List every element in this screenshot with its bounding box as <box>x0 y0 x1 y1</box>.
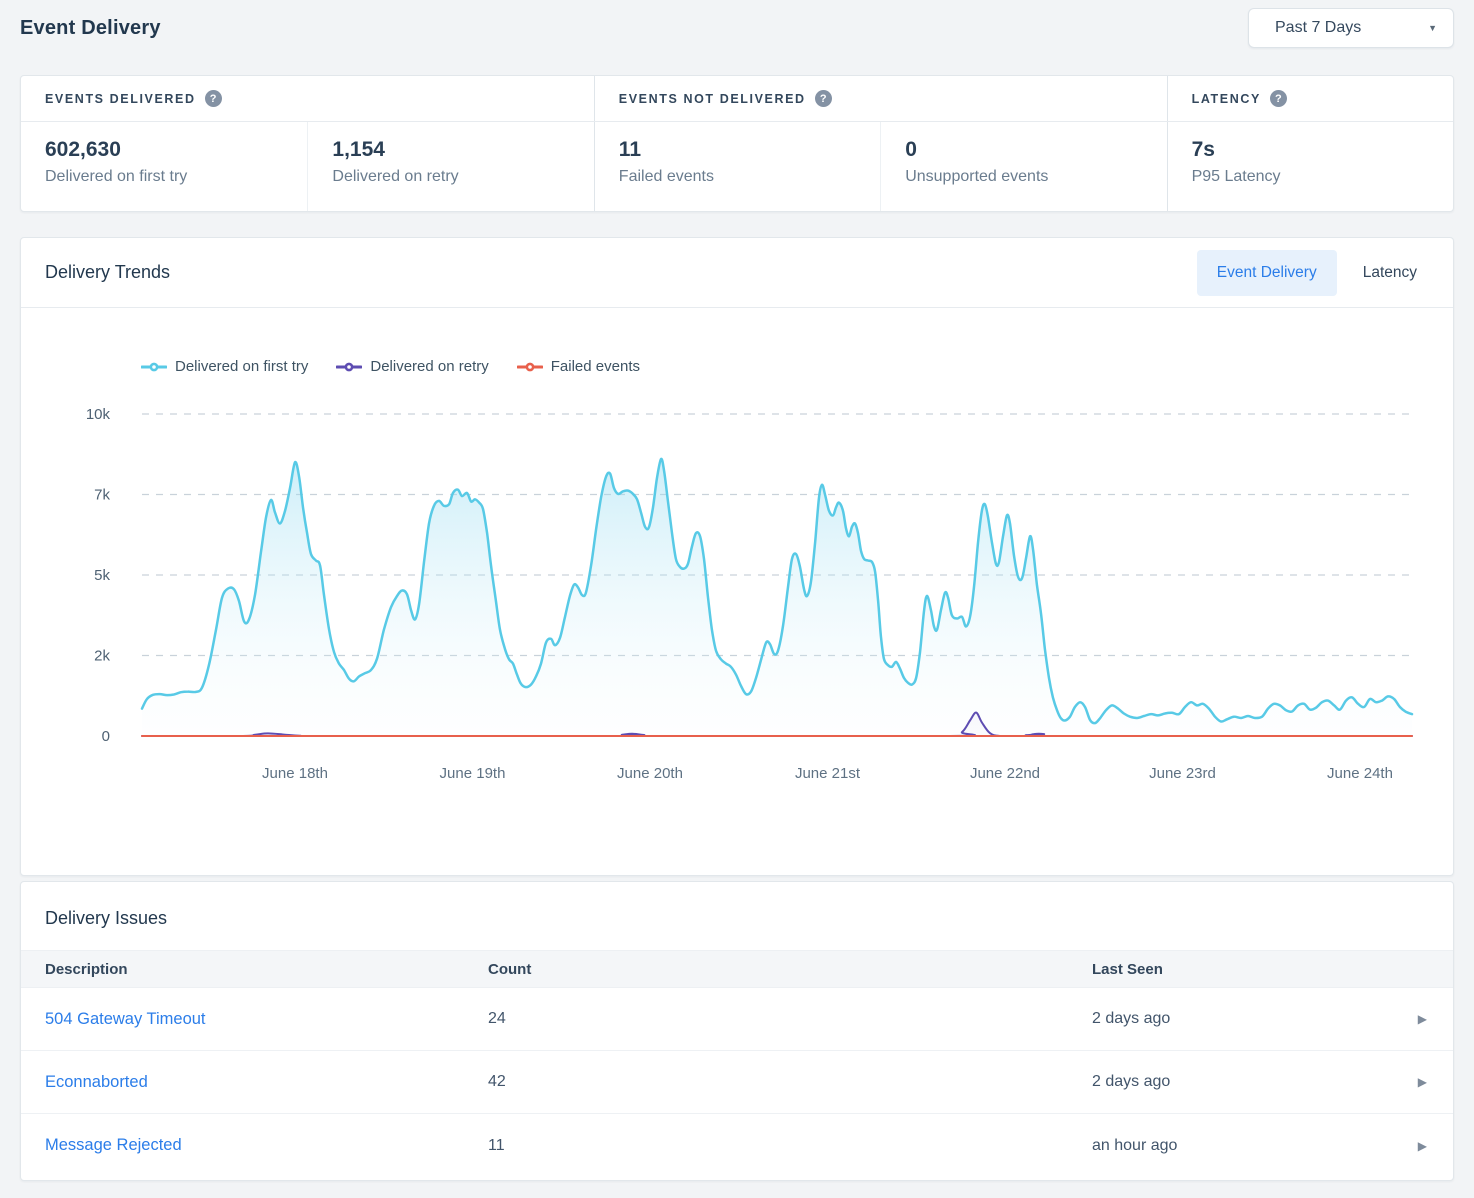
issue-description-link[interactable]: Message Rejected <box>45 1136 182 1154</box>
stat-sublabel: Failed events <box>619 168 856 186</box>
table-row[interactable]: Message Rejected 11an hour ago ▶ <box>21 1114 1453 1177</box>
events-delivered-header: EVENTS DELIVERED ? <box>21 76 594 121</box>
issue-count: 11 <box>464 1137 1068 1155</box>
help-icon[interactable]: ? <box>1270 90 1287 107</box>
trends-tabs: Event Delivery Latency <box>1197 250 1437 296</box>
legend-item[interactable]: Delivered on first try <box>141 358 308 375</box>
chevron-right-icon[interactable]: ▶ <box>1394 1139 1453 1153</box>
table-row[interactable]: 504 Gateway Timeout 242 days ago ▶ <box>21 988 1453 1051</box>
trends-title: Delivery Trends <box>45 262 170 283</box>
issues-table-header: Description Count Last Seen <box>21 950 1453 988</box>
chart-legend: Delivered on first try Delivered on retry… <box>21 358 1453 375</box>
stat-value: 0 <box>905 138 1142 162</box>
events-delivered-label: EVENTS DELIVERED <box>45 92 196 106</box>
stat-failed-events: 11 Failed events <box>594 122 880 211</box>
legend-label: Delivered on first try <box>175 358 308 375</box>
delivery-issues-card: Delivery Issues Description Count Last S… <box>20 881 1454 1181</box>
legend-marker-icon <box>336 362 362 372</box>
stat-value: 11 <box>619 138 856 162</box>
table-row[interactable]: Econnaborted 422 days ago ▶ <box>21 1051 1453 1114</box>
stat-sublabel: P95 Latency <box>1192 168 1429 186</box>
svg-text:June 20th: June 20th <box>617 765 683 782</box>
stat-p95-latency: 7s P95 Latency <box>1167 122 1453 211</box>
trends-card-header: Delivery Trends Event Delivery Latency <box>21 238 1453 308</box>
svg-text:0: 0 <box>102 728 110 745</box>
events-not-delivered-label: EVENTS NOT DELIVERED <box>619 92 806 106</box>
latency-header: LATENCY ? <box>1167 76 1453 121</box>
legend-marker-icon <box>141 362 167 372</box>
svg-text:7k: 7k <box>94 487 110 504</box>
stat-sublabel: Delivered on first try <box>45 168 283 186</box>
column-header-description: Description <box>21 961 464 978</box>
events-not-delivered-header: EVENTS NOT DELIVERED ? <box>594 76 1167 121</box>
issue-description-link[interactable]: 504 Gateway Timeout <box>45 1010 206 1028</box>
page-header: Event Delivery Past 7 Days ▼ <box>20 8 1454 48</box>
stat-value: 1,154 <box>332 138 569 162</box>
svg-text:June 23rd: June 23rd <box>1149 765 1216 782</box>
page-title: Event Delivery <box>20 17 161 40</box>
svg-text:June 18th: June 18th <box>262 765 328 782</box>
delivery-trends-chart[interactable]: 0 2k 5k 7k 10k June 18th June 19th June 20th Jun… <box>75 401 1435 801</box>
issues-table-body: 504 Gateway Timeout242 days ago▶Econnabo… <box>21 988 1453 1177</box>
column-header-last-seen: Last Seen <box>1068 961 1389 978</box>
delivery-trends-card: Delivery Trends Event Delivery Latency D… <box>20 237 1454 876</box>
stats-header-row: EVENTS DELIVERED ? EVENTS NOT DELIVERED … <box>21 76 1453 122</box>
chart-area: Delivered on first try Delivered on retry… <box>21 308 1453 801</box>
issue-last-seen: an hour ago <box>1068 1137 1389 1155</box>
issue-count: 42 <box>464 1073 1068 1091</box>
tab-event-delivery[interactable]: Event Delivery <box>1197 250 1337 296</box>
svg-text:June 19th: June 19th <box>440 765 506 782</box>
stat-sublabel: Delivered on retry <box>332 168 569 186</box>
svg-text:June 22nd: June 22nd <box>970 765 1040 782</box>
legend-marker-icon <box>517 362 543 372</box>
svg-text:2k: 2k <box>94 648 110 665</box>
issues-title: Delivery Issues <box>21 882 1453 950</box>
summary-stats-card: EVENTS DELIVERED ? EVENTS NOT DELIVERED … <box>20 75 1454 212</box>
stat-unsupported-events: 0 Unsupported events <box>880 122 1166 211</box>
svg-text:June 21st: June 21st <box>795 765 861 782</box>
issue-count: 24 <box>464 1010 1068 1028</box>
stat-delivered-first-try: 602,630 Delivered on first try <box>21 122 307 211</box>
stat-sublabel: Unsupported events <box>905 168 1142 186</box>
legend-label: Delivered on retry <box>370 358 488 375</box>
stat-delivered-retry: 1,154 Delivered on retry <box>307 122 593 211</box>
time-range-dropdown[interactable]: Past 7 Days ▼ <box>1248 8 1454 48</box>
stats-values-row: 602,630 Delivered on first try 1,154 Del… <box>21 122 1453 211</box>
chevron-right-icon[interactable]: ▶ <box>1394 1012 1453 1026</box>
stat-value: 602,630 <box>45 138 283 162</box>
help-icon[interactable]: ? <box>815 90 832 107</box>
help-icon[interactable]: ? <box>205 90 222 107</box>
issue-description-link[interactable]: Econnaborted <box>45 1073 148 1091</box>
svg-text:10k: 10k <box>86 406 111 423</box>
chevron-right-icon[interactable]: ▶ <box>1394 1075 1453 1089</box>
issue-last-seen: 2 days ago <box>1068 1073 1389 1091</box>
stat-value: 7s <box>1192 138 1429 162</box>
svg-text:June 24th: June 24th <box>1327 765 1393 782</box>
tab-latency[interactable]: Latency <box>1343 250 1437 296</box>
legend-label: Failed events <box>551 358 640 375</box>
issue-last-seen: 2 days ago <box>1068 1010 1389 1028</box>
svg-text:5k: 5k <box>94 567 110 584</box>
latency-label: LATENCY <box>1192 92 1261 106</box>
event-delivery-page: Event Delivery Past 7 Days ▼ EVENTS DELI… <box>0 0 1474 1198</box>
legend-item[interactable]: Failed events <box>517 358 640 375</box>
time-range-value: Past 7 Days <box>1275 19 1361 37</box>
chevron-down-icon: ▼ <box>1428 23 1437 33</box>
column-header-count: Count <box>464 961 1068 978</box>
legend-item[interactable]: Delivered on retry <box>336 358 488 375</box>
